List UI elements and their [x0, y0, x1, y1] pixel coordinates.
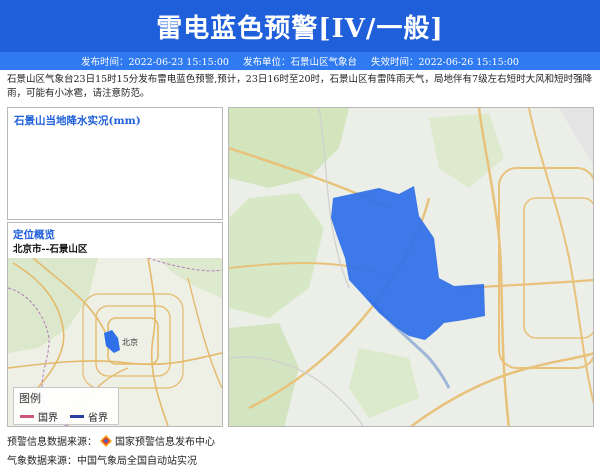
location-panel-title: 定位概览: [13, 229, 55, 241]
publisher: 发布单位：石景山区气象台: [242, 57, 357, 68]
warning-source-org: 国家预警信息发布中心: [115, 437, 215, 448]
legend-title: 图例: [19, 392, 41, 405]
location-subtitle: 北京市--石景山区: [13, 244, 88, 255]
location-overview-panel: 定位概览 北京市--石景山区 北京 图例 国界 省界: [7, 222, 223, 427]
warning-meta-bar: 发布时间：2022-06-23 15:15:00 发布单位：石景山区气象台 失效…: [0, 52, 600, 70]
warning-center-logo-icon: [100, 434, 112, 447]
warning-title: 雷电蓝色预警[IV/一般]: [156, 13, 444, 44]
legend-label-provincial-border: 省界: [88, 413, 108, 424]
legend-label-national-border: 国界: [38, 413, 58, 424]
rainfall-panel-title: 石景山当地降水实况(mm): [14, 115, 141, 127]
expire-time: 失效时间：2022-06-26 15:15:00: [371, 57, 519, 68]
warning-area-map[interactable]: [228, 107, 594, 427]
provincial-border-swatch: [70, 415, 84, 418]
weather-data-source: 气象数据来源：中国气象局全国自动站实况: [7, 456, 197, 467]
legend-item-provincial-border: 省界: [70, 409, 108, 424]
warning-data-source: 预警信息数据来源： 国家预警信息发布中心: [7, 433, 215, 448]
legend-item-national-border: 国界: [20, 409, 58, 424]
national-border-swatch: [20, 415, 34, 418]
warning-banner: 雷电蓝色预警[IV/一般]: [0, 0, 600, 52]
rainfall-panel: 石景山当地降水实况(mm): [7, 107, 223, 220]
beijing-city-label: 北京: [122, 337, 138, 347]
warning-page: 雷电蓝色预警[IV/一般] 发布时间：2022-06-23 15:15:00 发…: [0, 0, 600, 471]
warning-area-map-canvas[interactable]: [229, 108, 594, 427]
publish-time: 发布时间：2022-06-23 15:15:00: [81, 57, 229, 68]
map-legend: 图例 国界 省界: [13, 387, 119, 425]
warning-description: 石景山区气象台23日15时15分发布雷电蓝色预警,预计，23日16时至20时，石…: [7, 74, 593, 99]
warning-source-label: 预警信息数据来源：: [7, 437, 97, 448]
